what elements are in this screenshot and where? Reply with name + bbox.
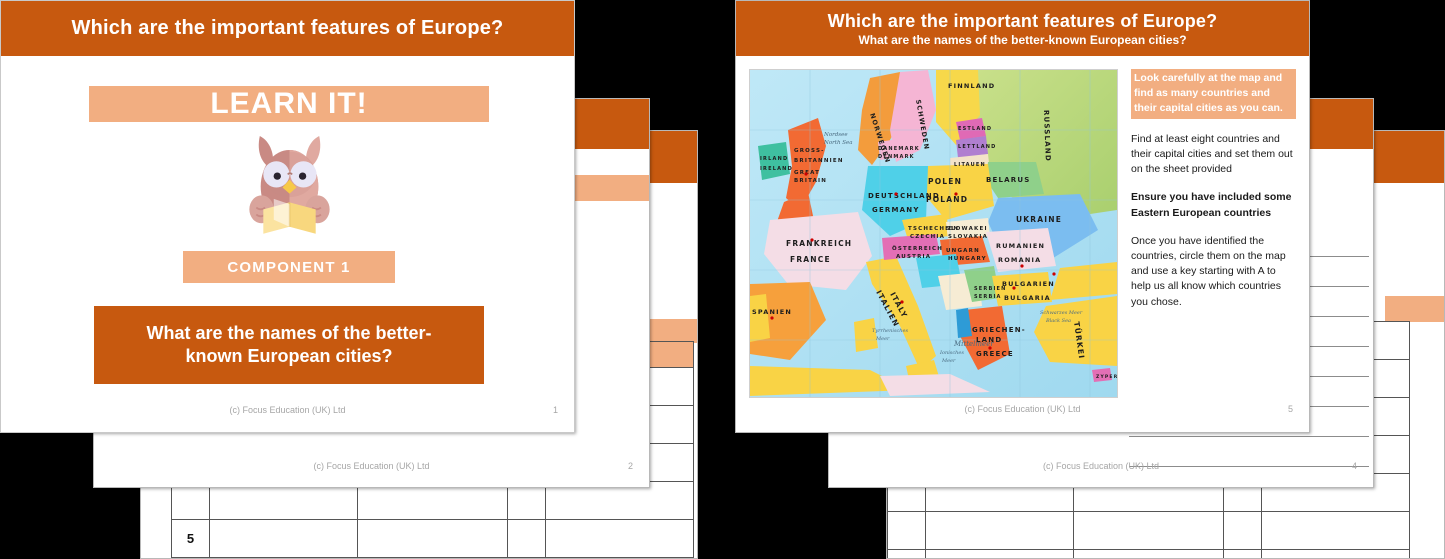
- footer-page-number: 5: [1287, 404, 1293, 414]
- footer-copyright: (c) Focus Education (UK) Ltd: [1042, 461, 1160, 471]
- svg-text:LITAUEN: LITAUEN: [954, 162, 986, 168]
- svg-text:ESTLAND: ESTLAND: [958, 126, 992, 132]
- table-row[interactable]: [887, 511, 1410, 550]
- slide1-header: Which are the important features of Euro…: [1, 1, 574, 56]
- svg-text:Ionisches: Ionisches: [939, 350, 964, 356]
- svg-text:RUMANIEN: RUMANIEN: [996, 242, 1045, 250]
- svg-text:GROSS-: GROSS-: [794, 148, 825, 154]
- svg-text:AUSTRIA: AUSTRIA: [896, 254, 931, 260]
- instruction-4: Once you have identified the countries, …: [1131, 234, 1286, 308]
- svg-text:Black Sea: Black Sea: [1045, 318, 1071, 324]
- slide-thumbnail-stage: Which are the important features of Euro…: [0, 0, 1445, 559]
- question-banner: What are the names of the better-known E…: [94, 306, 484, 384]
- svg-text:FRANCE: FRANCE: [790, 255, 831, 264]
- svg-text:ÖSTERREICH: ÖSTERREICH: [892, 245, 943, 252]
- svg-text:UKRAINE: UKRAINE: [1016, 215, 1062, 224]
- svg-text:Meer: Meer: [941, 358, 956, 364]
- slide5-header: Which are the important features of Euro…: [736, 1, 1309, 56]
- component-banner: COMPONENT 1: [183, 251, 395, 283]
- svg-text:POLEN: POLEN: [928, 177, 962, 186]
- row-capital[interactable]: [357, 519, 508, 558]
- slide1-header-title: Which are the important features of Euro…: [71, 17, 504, 39]
- svg-text:GERMANY: GERMANY: [872, 206, 920, 214]
- table-row[interactable]: 5: [171, 519, 694, 558]
- row-number: 5: [171, 519, 210, 558]
- svg-text:FRANKREICH: FRANKREICH: [786, 239, 852, 248]
- svg-text:Tyrrhenisches: Tyrrhenisches: [872, 328, 908, 334]
- slide-thumbnail-5[interactable]: Which are the important features of Euro…: [735, 0, 1310, 433]
- svg-text:SERBIA: SERBIA: [974, 294, 1002, 300]
- slide5-header-subtitle: What are the names of the better-known E…: [858, 33, 1187, 48]
- svg-text:BRITAIN: BRITAIN: [794, 178, 827, 184]
- instruction-3: Ensure you have included some Eastern Eu…: [1131, 191, 1292, 219]
- row-capital[interactable]: [1073, 511, 1224, 550]
- svg-text:SPANIEN: SPANIEN: [752, 308, 792, 316]
- svg-text:DENMARK: DENMARK: [878, 154, 915, 160]
- svg-text:FINNLAND: FINNLAND: [948, 82, 995, 90]
- learn-it-banner: LEARN IT!: [89, 86, 489, 122]
- europe-political-map-photo: DEUTSCHLAND GERMANY FRANKREICH FRANCE PO…: [749, 69, 1118, 398]
- row-capital[interactable]: [1073, 549, 1224, 558]
- owl-reading-book-icon: [237, 129, 342, 239]
- row-country-2[interactable]: [545, 519, 694, 558]
- slide-thumbnail-1[interactable]: Which are the important features of Euro…: [0, 0, 575, 433]
- svg-text:UNGARN: UNGARN: [946, 248, 980, 254]
- row-number-2: [507, 519, 546, 558]
- footer-copyright: (c) Focus Education (UK) Ltd: [313, 461, 430, 471]
- slide6-tag-bar: [1385, 296, 1444, 322]
- svg-text:ZYPERN: ZYPERN: [1096, 374, 1117, 380]
- row-country[interactable]: [925, 549, 1074, 558]
- row-country-2[interactable]: [1261, 511, 1410, 550]
- footer-copyright: (c) Focus Education (UK) Ltd: [229, 405, 346, 415]
- row-number-2: [1223, 549, 1262, 558]
- svg-text:LETTLAND: LETTLAND: [958, 144, 997, 150]
- row-number: [887, 549, 926, 558]
- svg-text:Nordsee: Nordsee: [823, 132, 848, 138]
- table-row[interactable]: [887, 549, 1410, 558]
- svg-text:Meer: Meer: [875, 336, 890, 342]
- footer-page-number: 4: [1351, 461, 1357, 471]
- svg-text:Schwarzes Meer: Schwarzes Meer: [1040, 310, 1083, 316]
- footer-copyright: (c) Focus Education (UK) Ltd: [964, 404, 1081, 414]
- footer-page-number: 2: [627, 461, 633, 471]
- svg-text:BELARUS: BELARUS: [986, 176, 1031, 184]
- svg-text:ROMANIA: ROMANIA: [998, 256, 1041, 264]
- svg-text:IRELAND: IRELAND: [760, 166, 793, 172]
- svg-text:BULGARIEN: BULGARIEN: [1002, 280, 1055, 288]
- svg-text:IRLAND: IRLAND: [760, 156, 788, 162]
- row-number-2: [1223, 511, 1262, 550]
- svg-text:DANEMARK: DANEMARK: [878, 146, 920, 152]
- slide5-instructions: Look carefully at the map and find as ma…: [1131, 69, 1296, 323]
- row-country[interactable]: [209, 519, 358, 558]
- svg-text:BULGARIA: BULGARIA: [1004, 294, 1051, 302]
- svg-text:HUNGARY: HUNGARY: [948, 256, 987, 262]
- svg-text:Mittelmeer: Mittelmeer: [953, 340, 994, 348]
- svg-text:BRITANNIEN: BRITANNIEN: [794, 158, 844, 164]
- row-country[interactable]: [925, 511, 1074, 550]
- svg-text:CZECHIA: CZECHIA: [910, 234, 945, 240]
- svg-text:GRIECHEN-: GRIECHEN-: [972, 326, 1026, 334]
- svg-text:North Sea: North Sea: [823, 140, 853, 146]
- svg-text:SLOWAKEI: SLOWAKEI: [946, 226, 988, 232]
- footer-page-number: 1: [552, 405, 558, 415]
- svg-text:SERBIEN: SERBIEN: [974, 286, 1007, 292]
- svg-text:SLOVAKIA: SLOVAKIA: [948, 234, 988, 240]
- row-country-2[interactable]: [1261, 549, 1410, 558]
- instruction-2: Find at least eight countries and their …: [1131, 132, 1293, 176]
- slide5-header-title: Which are the important features of Euro…: [827, 10, 1218, 31]
- svg-text:GREECE: GREECE: [976, 350, 1014, 358]
- row-number: [887, 511, 926, 550]
- instruction-highlight: Look carefully at the map and find as ma…: [1131, 69, 1296, 119]
- svg-text:POLAND: POLAND: [926, 195, 968, 204]
